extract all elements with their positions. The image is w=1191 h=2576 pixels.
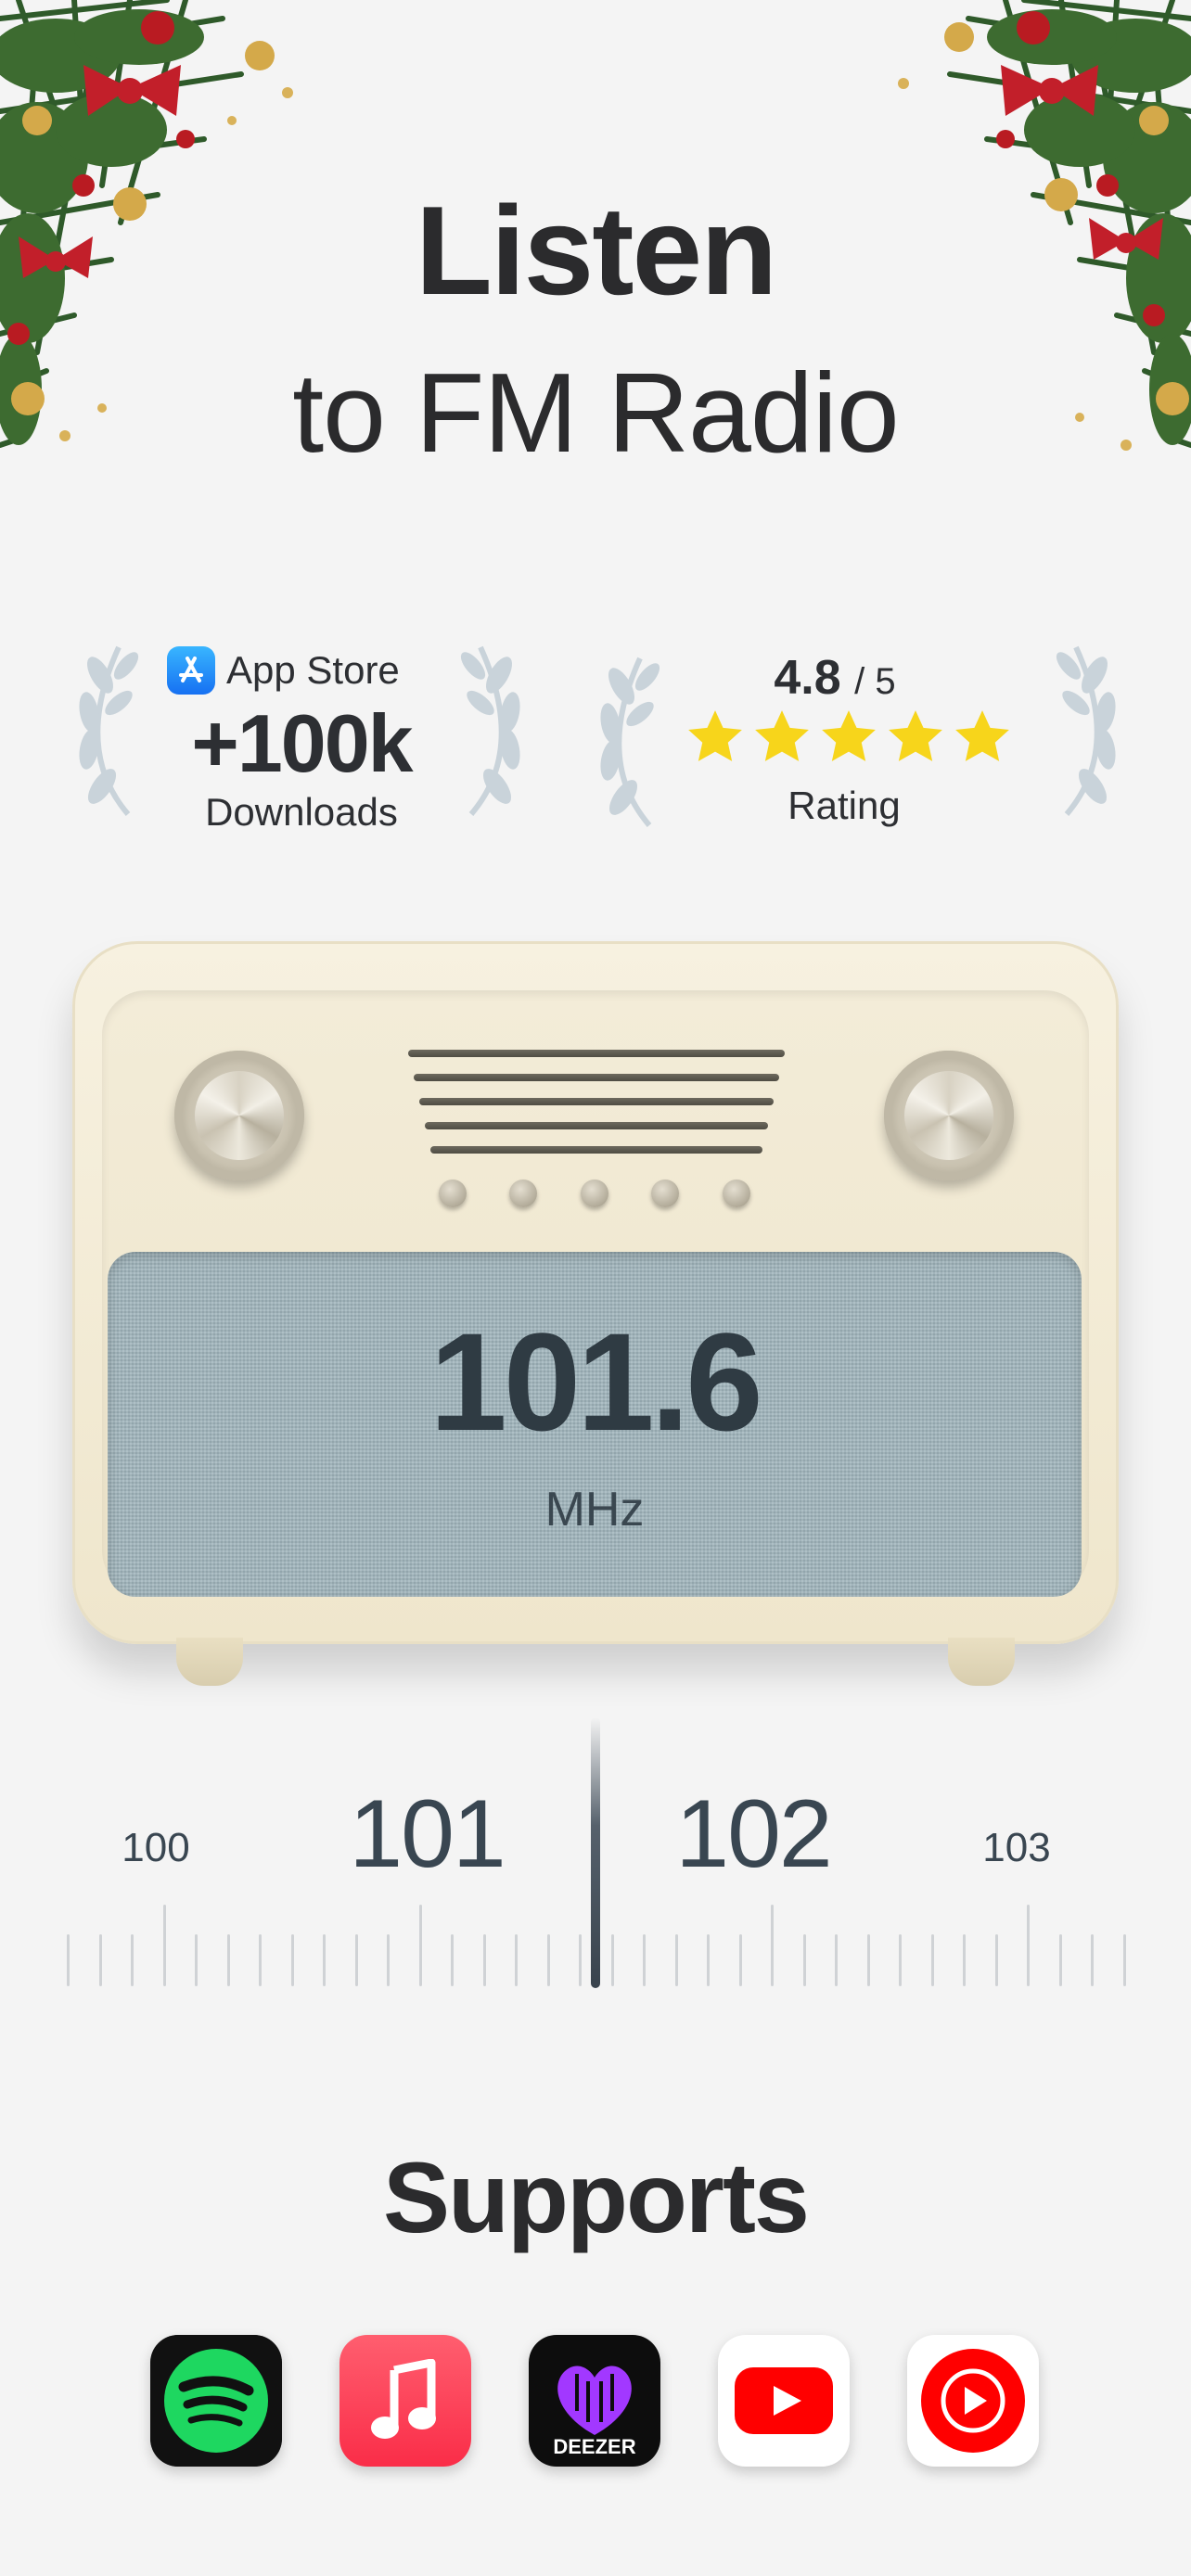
dial-tick — [995, 1934, 998, 1986]
dial-tick — [707, 1934, 710, 1986]
preset-button-4[interactable] — [651, 1180, 679, 1207]
star-icon — [822, 710, 876, 761]
dial-tick — [67, 1934, 70, 1986]
speaker-grille-line — [414, 1074, 779, 1081]
speaker-grille-line — [430, 1146, 762, 1154]
volume-knob[interactable] — [174, 1051, 304, 1180]
rating-scale: / 5 — [854, 661, 896, 702]
app-store-icon — [167, 646, 215, 695]
supports-title: Supports — [383, 2141, 810, 2253]
preset-button-3[interactable] — [581, 1180, 608, 1207]
downloads-count: +100k — [191, 697, 413, 789]
hero-title-line-1: Listen — [415, 180, 778, 321]
apple-music-icon — [339, 2335, 471, 2467]
dial-tick — [675, 1934, 678, 1986]
hero-title-line-2: to FM Radio — [292, 350, 899, 476]
dial-tick — [611, 1934, 614, 1986]
preset-button-2[interactable] — [509, 1180, 537, 1207]
dial-tick — [387, 1934, 390, 1986]
dial-tick — [227, 1934, 230, 1986]
dial-tick — [771, 1905, 774, 1986]
dial-tick — [1123, 1934, 1126, 1986]
laurel-right-icon — [460, 645, 520, 816]
dial-label-101: 101 — [349, 1780, 506, 1888]
rating-label: Rating — [788, 784, 901, 827]
frequency-readout: 101.6 — [429, 1304, 762, 1460]
dial-tick — [515, 1934, 518, 1986]
dial-tick — [451, 1934, 454, 1986]
dial-tick — [803, 1934, 806, 1986]
preset-button-1[interactable] — [439, 1180, 467, 1207]
dial-tick — [579, 1934, 582, 1986]
dial-tick — [1027, 1905, 1030, 1986]
downloads-label: Downloads — [205, 790, 398, 834]
radio-foot-right — [948, 1638, 1015, 1686]
youtube-music-icon — [907, 2335, 1039, 2467]
spotify-icon — [150, 2335, 282, 2467]
star-icon — [955, 710, 1009, 761]
frequency-unit: MHz — [544, 1483, 645, 1537]
dial-tick — [483, 1934, 486, 1986]
dial-tick — [195, 1934, 198, 1986]
dial-tick — [931, 1934, 934, 1986]
speaker-grille-line — [425, 1122, 768, 1129]
app-store-row: App Store — [167, 645, 400, 695]
rating-value-row: 4.8 / 5 — [668, 649, 1002, 710]
dial-tick — [419, 1905, 422, 1986]
dial-tick — [835, 1934, 838, 1986]
deezer-wordmark: DEEZER — [553, 2435, 635, 2458]
deezer-icon: DEEZER — [529, 2335, 660, 2467]
dial-tick — [739, 1934, 742, 1986]
dial-tick — [899, 1934, 902, 1986]
dial-tick — [963, 1934, 966, 1986]
dial-label-103: 103 — [982, 1825, 1051, 1870]
dial-tick — [547, 1934, 550, 1986]
dial-tick — [163, 1905, 166, 1986]
star-icon — [889, 710, 942, 761]
rating-stars — [685, 707, 1013, 768]
dial-tick — [1091, 1934, 1094, 1986]
dial-label-102: 102 — [675, 1780, 833, 1888]
tuning-knob[interactable] — [884, 1051, 1014, 1180]
laurel-left-icon — [600, 657, 660, 827]
dial-tick — [1059, 1934, 1062, 1986]
preset-button-5[interactable] — [723, 1180, 750, 1207]
star-icon — [688, 710, 742, 761]
laurel-left-icon — [79, 645, 139, 816]
dial-tick — [259, 1934, 262, 1986]
tuning-needle[interactable] — [591, 1717, 600, 1988]
speaker-grille-line — [408, 1050, 785, 1057]
star-icon — [755, 710, 809, 761]
youtube-icon — [718, 2335, 850, 2467]
dial-tick — [355, 1934, 358, 1986]
rating-value: 4.8 — [774, 651, 841, 705]
dial-tick — [867, 1934, 870, 1986]
laurel-right-icon — [1056, 645, 1116, 816]
dial-tick — [291, 1934, 294, 1986]
speaker-grille-line — [419, 1098, 774, 1105]
dial-tick — [131, 1934, 134, 1986]
radio-foot-left — [176, 1638, 243, 1686]
dial-tick — [99, 1934, 102, 1986]
dial-tick — [323, 1934, 326, 1986]
app-store-label: App Store — [226, 648, 400, 692]
dial-tick — [643, 1934, 646, 1986]
dial-label-100: 100 — [122, 1825, 190, 1870]
